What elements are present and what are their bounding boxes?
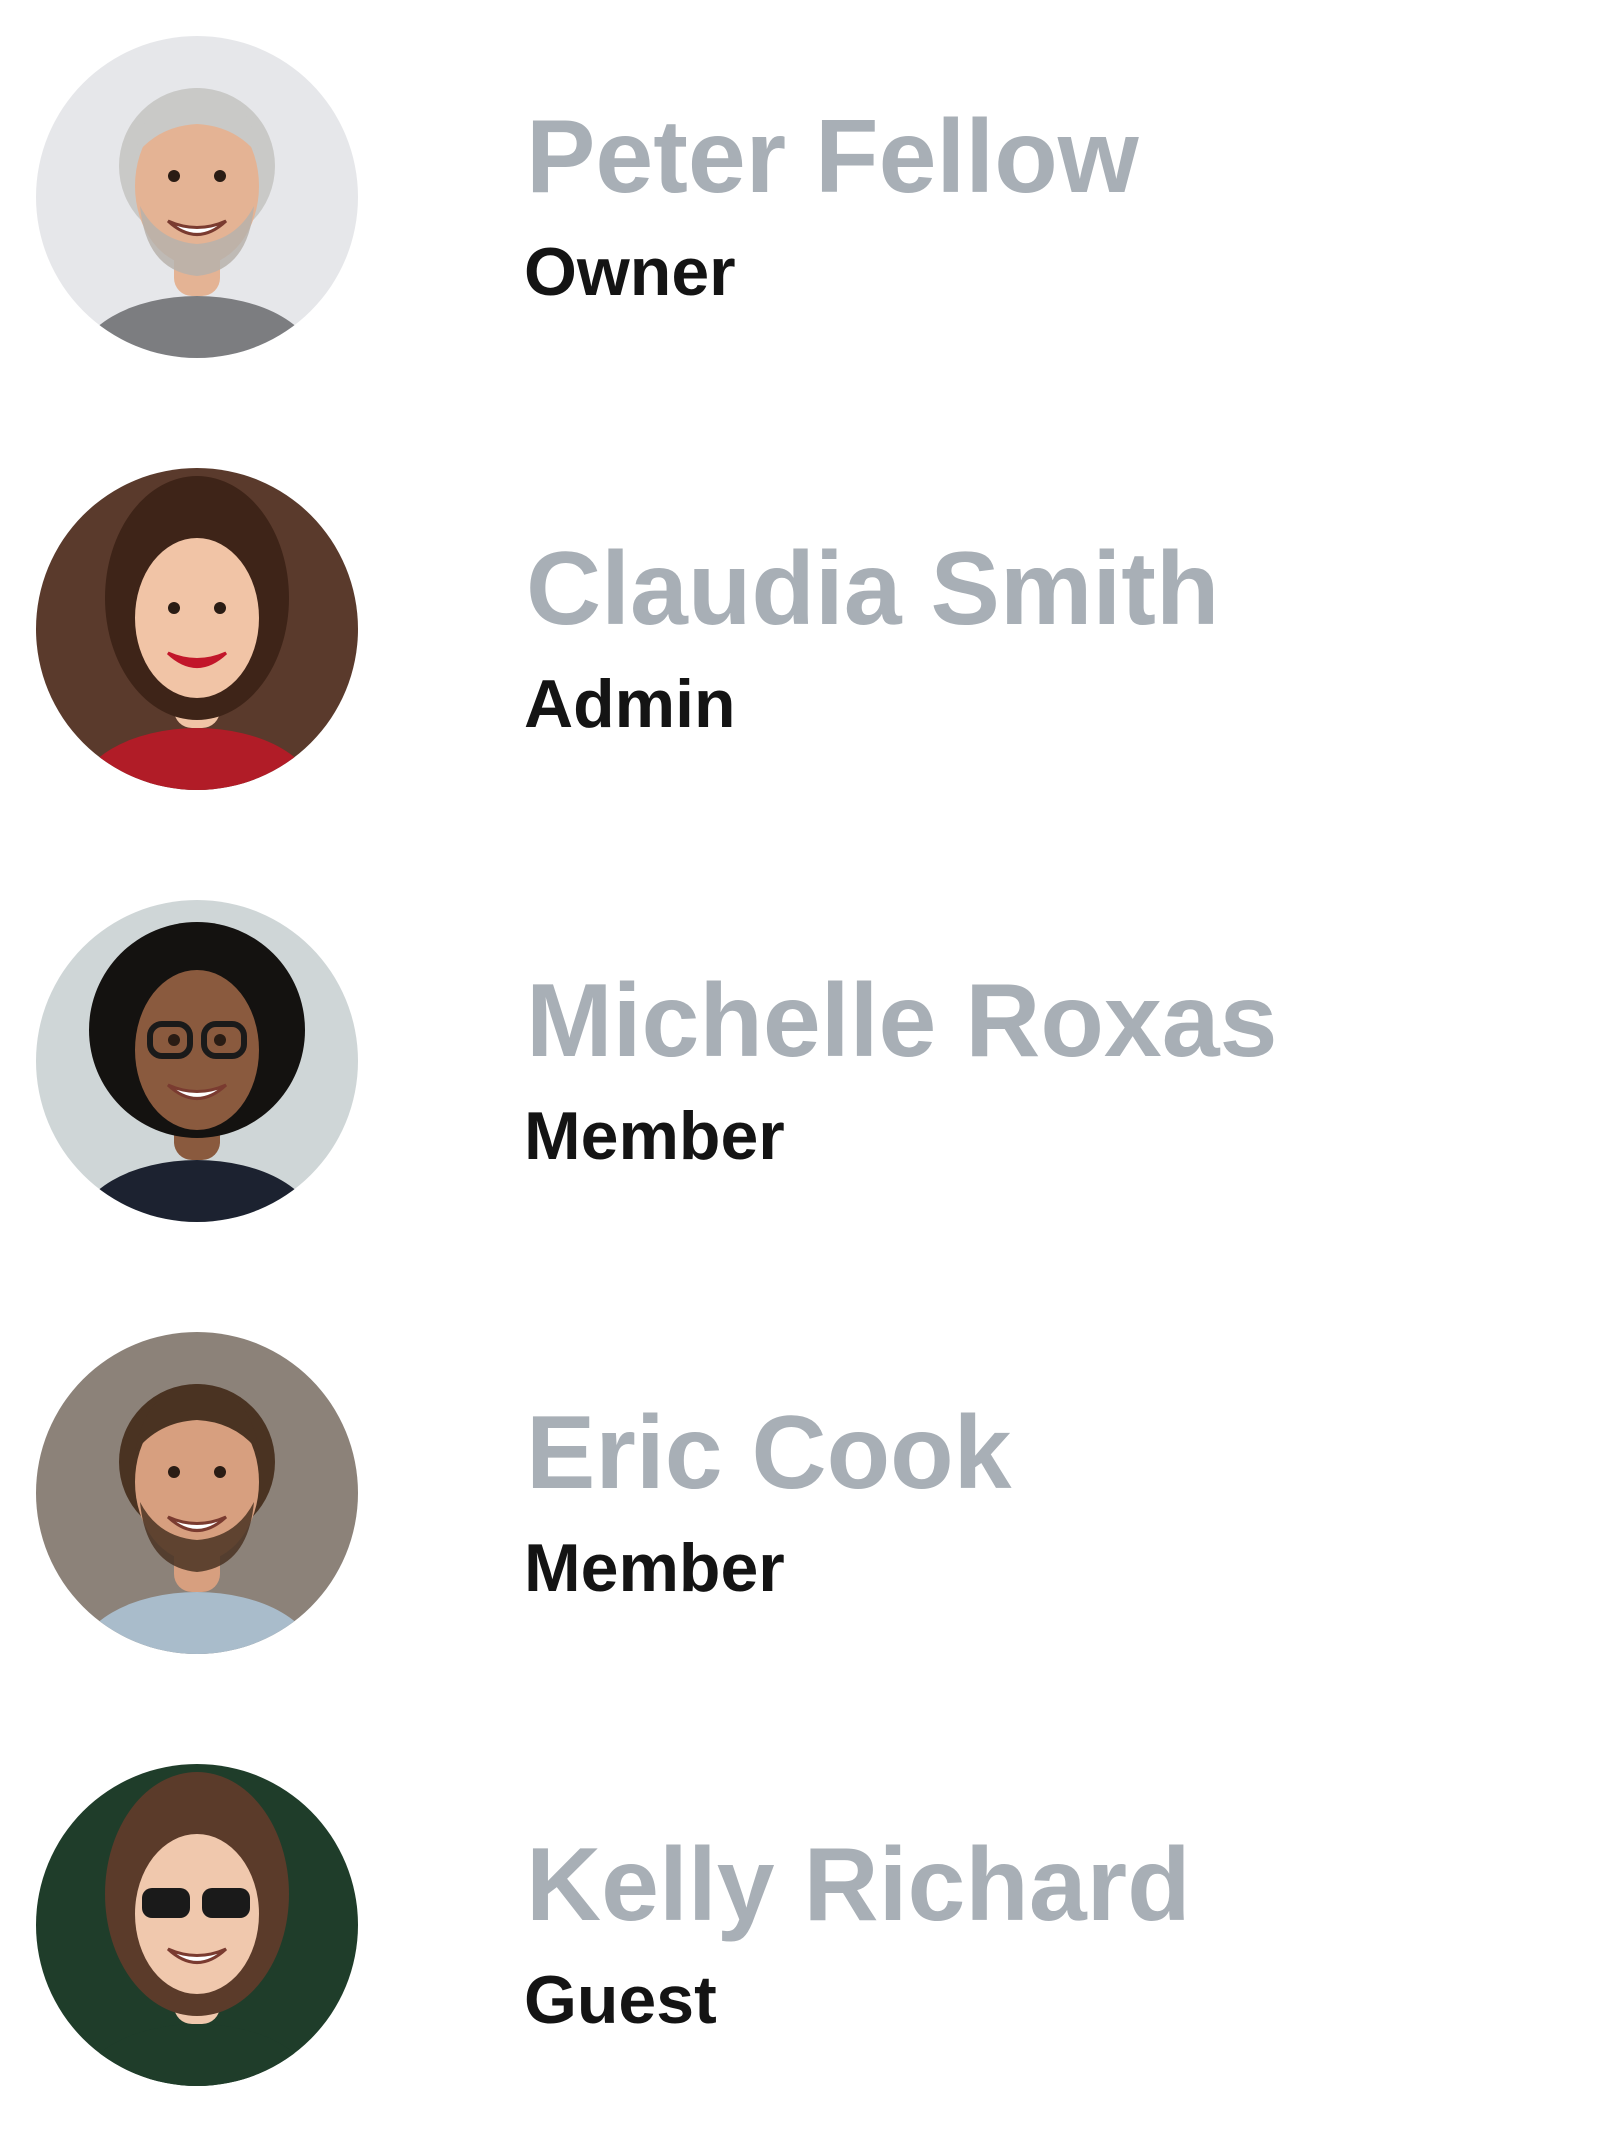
avatar-photo-bearded-man [36, 1332, 358, 1654]
avatar-photo-woman-sunglasses [36, 1764, 358, 2086]
member-name: Peter Fellow [526, 99, 1139, 215]
member-list: Peter Fellow Owner Claudia Smith Admin M… [0, 0, 1600, 2133]
avatar[interactable] [36, 1332, 358, 1654]
avatar-photo-smiling-woman-dark-hair [36, 468, 358, 790]
member-name: Eric Cook [526, 1395, 1012, 1511]
avatar-photo-gray-haired-man [36, 36, 358, 358]
member-row[interactable]: Michelle Roxas Member [0, 900, 1600, 1240]
member-row[interactable]: Peter Fellow Owner [0, 36, 1600, 376]
member-name: Claudia Smith [526, 531, 1220, 647]
member-row[interactable]: Claudia Smith Admin [0, 468, 1600, 808]
member-name: Michelle Roxas [526, 963, 1278, 1079]
member-role: Admin [524, 666, 736, 742]
member-role: Member [524, 1530, 785, 1606]
member-row[interactable]: Kelly Richard Guest [0, 1764, 1600, 2104]
avatar[interactable] [36, 900, 358, 1222]
member-row[interactable]: Eric Cook Member [0, 1332, 1600, 1672]
member-role: Member [524, 1098, 785, 1174]
member-role: Owner [524, 234, 736, 310]
avatar-photo-woman-curly-hair-glasses [36, 900, 358, 1222]
member-name: Kelly Richard [526, 1827, 1191, 1943]
avatar[interactable] [36, 1764, 358, 2086]
avatar[interactable] [36, 468, 358, 790]
avatar[interactable] [36, 36, 358, 358]
member-role: Guest [524, 1962, 717, 2038]
